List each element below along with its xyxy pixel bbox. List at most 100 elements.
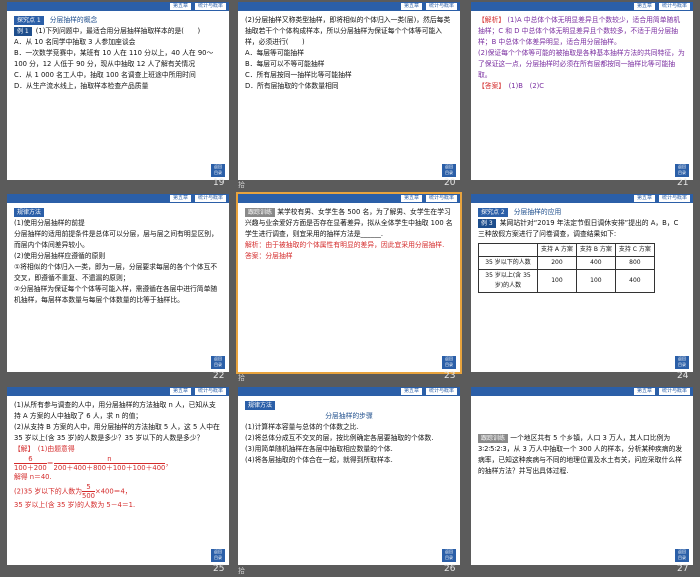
table-row: 35 岁以上(含 35 岁)的人数 100 100 400 xyxy=(478,269,655,293)
chapter-label: 第五章 xyxy=(400,388,422,395)
solution-step: 35 岁以上(含 35 岁)的人数为 5－4＝1. xyxy=(14,501,136,509)
slide-thumbnail-21[interactable]: 第五章 统计与概率 【解析】 (1)A 中总体个体无明显差异且个数较少，适合用简… xyxy=(471,2,693,180)
slide-number: 27 xyxy=(677,564,689,574)
step-line: (3)用简单随机抽样在各层中抽取相应数量的个体. xyxy=(245,445,393,453)
slide-note-mark: 拾 xyxy=(238,181,245,189)
return-icon: 返回 目录 xyxy=(675,549,689,562)
solution-step: 解得 n＝40. xyxy=(14,473,52,481)
slide-thumbnail-23[interactable]: 第五章 统计与概率 跟踪训练 某学校有男、女学生各 500 名，为了解男、女学生… xyxy=(236,192,462,374)
slide-thumbnail-27[interactable]: 第五章 统计与概率 跟踪训练 一个地区共有 5 个乡镇，人口 3 万人，其人口比… xyxy=(471,387,693,565)
slide-number: 19 xyxy=(213,178,225,188)
question-part-2: (2)从支持 B 方案的人中，用分层抽样的方法抽取 5 人，这 5 人中在 35… xyxy=(14,423,220,442)
slide-title: 分层抽样的应用 xyxy=(513,208,562,216)
chapter-label: 第五章 xyxy=(400,195,422,202)
slide-number: 26 xyxy=(444,564,456,574)
table-header: 支持 B 方案 xyxy=(575,243,616,257)
explore-tag: 探究点 1 xyxy=(14,16,44,25)
table-cell: 800 xyxy=(614,256,655,270)
section-label: 统计与概率 xyxy=(194,195,226,202)
analysis-text: 由于被抽取的个体属性有明显的差异，因此宜采用分层抽样. xyxy=(265,241,445,249)
option-c: C．所有层按同一抽样比等可能抽样 xyxy=(245,71,352,79)
return-icon: 返回 目录 xyxy=(211,164,225,177)
slide-header: 第五章 统计与概率 xyxy=(7,2,229,11)
example-tag: 例 3 xyxy=(478,219,496,228)
return-icon: 返回 目录 xyxy=(675,164,689,177)
section-label: 统计与概率 xyxy=(425,3,457,10)
solution-step-2: (2)35 岁以下的人数为 5 500 ×400＝4， xyxy=(14,483,222,500)
answer-label: 【答案】 xyxy=(478,82,502,90)
example-tag: 例 1 xyxy=(14,27,32,36)
slide-number: 24 xyxy=(677,371,689,381)
slide-number: 21 xyxy=(677,178,689,188)
table-cell: 35 岁以下的人数 xyxy=(478,256,538,270)
answer-text: (1)B (2)C xyxy=(508,82,545,90)
option-b: B．每层可以不等可能抽样 xyxy=(245,60,325,68)
step-line: (4)将各层抽取的个体合在一起，就得到所取样本. xyxy=(245,456,393,464)
chapter-label: 第五章 xyxy=(169,388,191,395)
slide-header: 第五章 统计与概率 xyxy=(471,2,693,11)
practice-tag: 跟踪训练 xyxy=(478,434,509,443)
question-text: (1)下列问题中，最适合用分层抽样抽取样本的是( ) xyxy=(35,27,201,35)
section-label: 统计与概率 xyxy=(425,388,457,395)
option-b: B．一次数学竞赛中，某班有 10 人在 110 分以上，40 人在 90～100… xyxy=(14,49,214,68)
fraction-numerator: 6 xyxy=(28,455,33,463)
table-cell: 200 xyxy=(537,256,577,270)
slide-thumbnail-20[interactable]: 第五章 统计与概率 (2)分层抽样又称类型抽样，即将相似的个体归入一类(层)，然… xyxy=(238,2,460,180)
chapter-label: 第五章 xyxy=(633,195,655,202)
slide-note-mark: 拾 xyxy=(238,374,245,382)
table-cell: 35 岁以上(含 35 岁)的人数 xyxy=(478,269,538,293)
slide-header: 第五章 统计与概率 xyxy=(471,194,693,203)
fraction-numerator: n xyxy=(107,455,112,463)
return-icon: 返回 目录 xyxy=(442,356,456,369)
return-icon: 返回 目录 xyxy=(442,549,456,562)
equation-tail: ， xyxy=(165,459,173,468)
analysis-label: 解析： xyxy=(245,241,266,249)
survey-table: 支持 A 方案 支持 B 方案 支持 C 方案 35 岁以下的人数 200 40… xyxy=(478,243,655,293)
section-label: 统计与概率 xyxy=(194,388,226,395)
return-icon: 返回 目录 xyxy=(675,356,689,369)
slide-header: 第五章 统计与概率 xyxy=(238,194,460,203)
option-a: A．从 10 名同学中抽取 3 人参加座谈会 xyxy=(14,38,136,46)
section-label: 统计与概率 xyxy=(425,195,457,202)
analysis-label: 【解析】 xyxy=(478,16,506,24)
table-row: 35 岁以下的人数 200 400 800 xyxy=(478,256,655,270)
section-label: 统计与概率 xyxy=(658,195,690,202)
slide-thumbnail-26[interactable]: 第五章 统计与概率 规律方法 分层抽样的步骤 (1)计算样本容量与总体的个体数之… xyxy=(238,387,460,565)
solution-text: (2)35 岁以下的人数为 xyxy=(14,487,83,496)
chapter-label: 第五章 xyxy=(400,3,422,10)
slide-thumbnail-25[interactable]: 第五章 统计与概率 (1)从所有参与调查的人中，用分层抽样的方法抽取 n 人，已… xyxy=(7,387,229,565)
option-d: D．从生产流水线上，抽取样本检查产品质量 xyxy=(14,82,149,90)
table-cell: 400 xyxy=(575,256,616,270)
section-label: 统计与概率 xyxy=(658,388,690,395)
fraction-denominator: 200＋400＋800＋100＋100＋400 xyxy=(53,463,166,472)
option-d: D．所有层抽取的个体数量相同 xyxy=(245,82,339,90)
body-line: (1)使用分层抽样的前提 xyxy=(14,219,85,227)
return-icon: 返回 目录 xyxy=(211,549,225,562)
body-line: ②分层抽样为保证每个个体等可能入样，需遵循在各层中进行简单随机抽样，每层样本数量… xyxy=(14,285,218,304)
question-text: 一个地区共有 5 个乡镇，人口 3 万人，其人口比例为 3∶2∶5∶2∶3，从 … xyxy=(478,434,683,475)
solution-label: 【解】 xyxy=(14,445,31,453)
table-cell: 400 xyxy=(614,269,655,293)
slide-thumbnail-19[interactable]: 第五章 统计与概率 探究点 1 分层抽样的概念 例 1 (1)下列问题中，最适合用分… xyxy=(7,2,229,180)
slide-number: 25 xyxy=(213,564,225,574)
section-label: 统计与概率 xyxy=(658,3,690,10)
slide-number: 22 xyxy=(213,371,225,381)
option-c: C．从 1 000 名工人中，抽取 100 名调查上班途中所用时间 xyxy=(14,71,196,79)
solution-step: (1)由题意得 xyxy=(37,445,75,453)
solution-equation: 6 100＋200 ＝ n 200＋400＋800＋100＋100＋400， xyxy=(14,455,222,472)
step-line: (1)计算样本容量与总体的个体数之比. xyxy=(245,423,359,431)
slide-header: 第五章 统计与概率 xyxy=(471,387,693,396)
question-text: (2)分层抽样又称类型抽样，即将相似的个体归入一类(层)，然后每类抽取若干个个体… xyxy=(245,16,451,46)
slide-thumbnail-22[interactable]: 第五章 统计与概率 规律方法 (1)使用分层抽样的前提 分层抽样的适用前提条件是… xyxy=(7,194,229,372)
answer-label: 答案： xyxy=(245,252,266,260)
table-header xyxy=(478,243,538,257)
section-label: 统计与概率 xyxy=(194,3,226,10)
fraction-denominator: 100＋200 xyxy=(14,463,47,472)
table-header: 支持 A 方案 xyxy=(537,243,577,257)
question-text: 某网站针对“2019 年法定节假日调休安排”提出的 A，B，C 三种放假方案进行… xyxy=(478,219,679,238)
method-tag: 规律方法 xyxy=(14,208,45,217)
return-icon: 返回 目录 xyxy=(211,356,225,369)
slide-number: 20 xyxy=(444,178,456,188)
slide-thumbnail-24[interactable]: 第五章 统计与概率 探究点 2 分层抽样的应用 例 3 某网站针对“2019 年法定… xyxy=(471,194,693,372)
analysis-text-1: (1)A 中总体个体无明显差异且个数较少，适合用简单随机抽样；C 和 D 中总体… xyxy=(478,16,681,46)
